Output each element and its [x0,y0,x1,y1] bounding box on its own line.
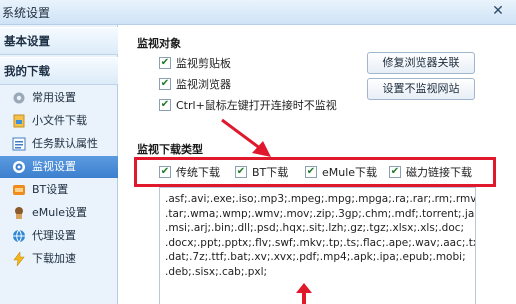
sidebar-item-bt[interactable]: BT设置 [0,179,118,201]
annotation-arrow-down-icon [221,118,271,157]
magnet-download-label: 磁力链接下载 [406,166,472,179]
sidebar-item-common[interactable]: 常用设置 [0,87,118,109]
sidebar-item-label: 下载加速 [32,252,76,265]
title-bar: 系统设置 ✕ [0,0,516,25]
file-icon [12,114,26,128]
gear-icon [12,91,26,105]
sidebar-section-downloads[interactable]: 我的下载 [0,57,118,85]
traditional-download-checkbox[interactable]: ✔ [159,166,171,178]
extension-line: .dat;.7z;.ttf;.bat;.xv;.xvx;.pdf;.mp4;.a… [165,251,466,263]
traditional-download-label: 传统下载 [176,166,220,179]
settings-panel: 监视对象 ✔ 监视剪贴板 ✔ 监视浏览器 ✔ Ctrl+鼠标左键打开连接时不监视… [119,25,516,304]
lightning-icon [12,251,26,267]
exclude-sites-button[interactable]: 设置不监视网站 [367,78,475,100]
sidebar-item-monitor[interactable]: 监视设置 [0,156,118,178]
sidebar-item-label: 小文件下载 [32,114,87,127]
download-types-heading: 监视下载类型 [137,143,203,156]
sidebar-item-label: 常用设置 [32,91,76,104]
sidebar-item-label: 代理设置 [32,229,76,242]
emule-icon [12,206,26,220]
magnet-download-checkbox[interactable]: ✔ [389,166,401,178]
sidebar-item-label: 监视设置 [32,160,76,173]
proxy-icon [12,229,26,243]
sidebar-item-label: eMule设置 [32,206,88,219]
bt-download-label: BT下载 [252,166,289,179]
sidebar: 基本设置 我的下载 常用设置 小文件下载 任务默认属性 监视设置 BT设置 eM… [0,25,118,304]
sidebar-item-emule[interactable]: eMule设置 [0,202,118,224]
emule-download-label: eMule下载 [322,166,378,179]
extensions-textarea[interactable]: .asf;.avi;.exe;.iso;.mp3;.mpeg;.mpg;.mpg… [159,187,476,304]
sidebar-item-accelerate[interactable]: 下载加速 [0,248,118,270]
repair-browser-button[interactable]: 修复浏览器关联 [367,52,475,74]
ctrl-click-checkbox[interactable]: ✔ [159,99,171,111]
sidebar-item-label: 任务默认属性 [32,137,98,150]
sidebar-section-basic[interactable]: 基本设置 [0,27,118,55]
ctrl-click-label: Ctrl+鼠标左键打开连接时不监视 [176,99,337,112]
annotation-arrow-up-icon [296,283,312,304]
extension-line: .deb;.sisx;.cab;.pxl; [165,265,268,278]
monitor-target-heading: 监视对象 [137,37,181,50]
extension-line: .msi;.arj;.bin;.dll;.psd;.hqx;.sit;.lzh;… [165,222,465,234]
extension-line: .docx;.ppt;.pptx;.flv;.swf;.mkv;.tp;.ts;… [165,236,476,249]
browser-label: 监视浏览器 [176,78,231,91]
bt-download-checkbox[interactable]: ✔ [235,166,247,178]
extension-line: .asf;.avi;.exe;.iso;.mp3;.mpeg;.mpg;.mpg… [165,193,476,205]
sidebar-item-label: BT设置 [32,183,69,196]
clipboard-label: 监视剪贴板 [176,57,231,70]
bt-icon [12,183,26,197]
monitor-icon [12,160,26,174]
emule-download-checkbox[interactable]: ✔ [305,166,317,178]
extension-line: .tar;.wma;.wmp;.wmv;.mov;.zip;.3gp;.chm;… [165,207,476,220]
clipboard-checkbox[interactable]: ✔ [159,57,171,69]
close-icon[interactable]: ✕ [488,2,508,20]
sidebar-item-task-defaults[interactable]: 任务默认属性 [0,133,118,155]
browser-checkbox[interactable]: ✔ [159,78,171,90]
window-title: 系统设置 [2,6,51,20]
properties-icon [12,137,26,151]
sidebar-item-proxy[interactable]: 代理设置 [0,225,118,247]
sidebar-item-small-file[interactable]: 小文件下载 [0,110,118,132]
